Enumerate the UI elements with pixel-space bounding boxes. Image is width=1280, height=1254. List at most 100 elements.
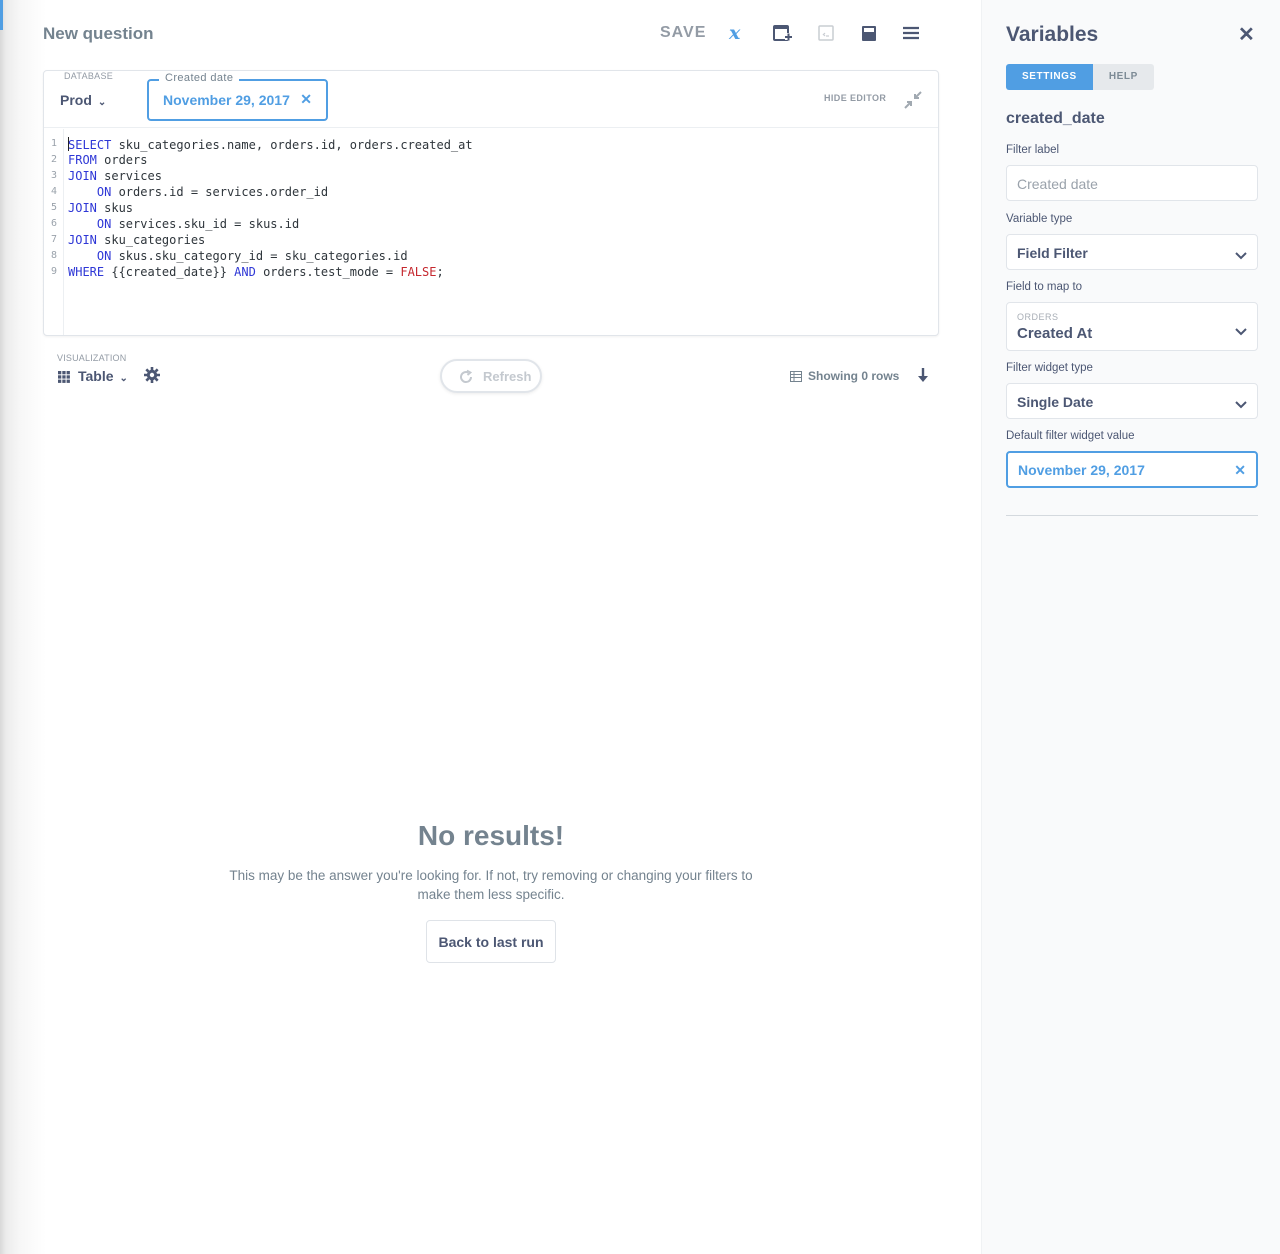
data-reference-icon[interactable]: [858, 22, 880, 44]
sql-keyword: ON: [96, 249, 112, 263]
row-count-label: Showing 0 rows: [808, 369, 900, 383]
code-line: ON services.sku_id = skus.id: [68, 217, 299, 231]
clear-filter-icon[interactable]: ✕: [300, 91, 312, 108]
field-map-value: Created At: [1017, 325, 1093, 342]
tab-settings[interactable]: SETTINGS: [1006, 64, 1093, 90]
line-number: 8: [51, 250, 58, 261]
filter-widget-value: November 29, 2017: [163, 92, 290, 108]
refresh-icon: [460, 369, 473, 383]
filter-label-placeholder: Created date: [1017, 176, 1098, 192]
save-button[interactable]: SAVE: [660, 24, 706, 42]
variable-type-value: Field Filter: [1017, 245, 1088, 261]
sql-keyword: JOIN: [68, 233, 97, 247]
sql-keyword: JOIN: [68, 201, 97, 215]
sql-code-editor[interactable]: 1 2 3 4 5 6 7 8 9 SELECT sku_categories.…: [44, 129, 938, 335]
clear-default-icon[interactable]: ✕: [1234, 462, 1246, 479]
sql-token: {{created_date}}: [104, 265, 235, 279]
sql-literal: FALSE: [400, 265, 437, 279]
row-count: Showing 0 rows: [790, 369, 899, 383]
table-grid-icon: [58, 370, 70, 386]
line-number: 3: [51, 170, 58, 181]
sql-keyword: JOIN: [68, 169, 97, 183]
sql-token: orders.test_mode =: [255, 265, 401, 279]
sql-token: orders: [96, 153, 148, 167]
sidebar-tabs: SETTINGS HELP: [1006, 64, 1154, 90]
line-number: 1: [51, 138, 58, 149]
gear-icon[interactable]: [143, 366, 161, 384]
code-line: FROM orders: [68, 153, 147, 167]
chevron-down-icon: ⌄: [119, 373, 128, 384]
collapse-icon[interactable]: [902, 89, 924, 111]
main-area: New question SAVE x DATABASE Prod ⌄ Crea…: [43, 0, 939, 1254]
sql-token: ;: [436, 265, 444, 279]
chevron-down-icon: [1235, 247, 1247, 265]
visualization-label: VISUALIZATION: [57, 353, 127, 363]
code-line: SELECT sku_categories.name, orders.id, o…: [68, 137, 473, 152]
code-line: JOIN sku_categories: [68, 233, 205, 247]
field-map-select[interactable]: ORDERS Created At: [1006, 302, 1258, 351]
variable-type-label: Variable type: [1006, 213, 1073, 225]
tab-help[interactable]: HELP: [1092, 64, 1154, 90]
filter-widget-label: Created date: [159, 72, 240, 84]
code-line: WHERE {{created_date}} AND orders.test_m…: [68, 265, 444, 279]
sql-token: orders.id = services.order_id: [111, 185, 329, 199]
svg-text:x: x: [728, 22, 741, 44]
widget-type-value: Single Date: [1017, 394, 1094, 410]
chevron-down-icon: ⌄: [97, 97, 107, 108]
database-select[interactable]: Prod ⌄: [60, 92, 106, 108]
sidebar-title: Variables: [1006, 23, 1099, 46]
refresh-label: Refresh: [483, 369, 532, 384]
field-map-table: ORDERS: [1017, 312, 1059, 322]
sql-token: services: [96, 169, 162, 183]
add-snippet-icon[interactable]: [771, 22, 793, 44]
sql-keyword: SELECT: [68, 138, 112, 152]
left-panel-edge: [0, 0, 46, 1254]
line-number: 5: [51, 202, 58, 213]
filter-label-input[interactable]: Created date: [1006, 165, 1258, 201]
widget-type-label: Filter widget type: [1006, 362, 1093, 374]
visualization-type-select[interactable]: Table ⌄: [58, 368, 128, 386]
variable-type-select[interactable]: Field Filter: [1006, 234, 1258, 270]
sql-keyword: FROM: [68, 153, 97, 167]
editor-toolbar: DATABASE Prod ⌄ Created date November 29,…: [44, 71, 938, 128]
database-label: DATABASE: [64, 71, 114, 81]
default-value-value: November 29, 2017: [1018, 462, 1145, 478]
empty-state-message: This may be the answer you're looking fo…: [229, 868, 753, 902]
sql-keyword: ON: [96, 185, 112, 199]
line-number-gutter: 1 2 3 4 5 6 7 8 9: [44, 129, 64, 335]
sql-editor-card: DATABASE Prod ⌄ Created date November 29,…: [43, 70, 939, 336]
hide-editor-button[interactable]: HIDE EDITOR: [824, 93, 886, 103]
close-icon[interactable]: ✕: [1238, 22, 1255, 47]
visualization-type-value: Table: [78, 368, 114, 384]
field-map-label: Field to map to: [1006, 281, 1083, 293]
sql-token: sku_categories: [96, 233, 206, 247]
sql-token: skus: [96, 201, 134, 215]
line-number: 7: [51, 234, 58, 245]
created-date-filter-widget[interactable]: Created date November 29, 2017 ✕: [147, 72, 328, 121]
database-value: Prod: [60, 92, 92, 108]
chevron-down-icon: [1235, 323, 1247, 341]
variables-icon[interactable]: x: [726, 22, 748, 44]
line-number: 6: [51, 218, 58, 229]
divider: [1006, 515, 1258, 516]
line-number: 9: [51, 266, 58, 277]
filter-label-label: Filter label: [1006, 144, 1060, 156]
sql-keyword: WHERE: [68, 265, 105, 279]
code-line: ON skus.sku_category_id = sku_categories…: [68, 249, 408, 263]
chevron-down-icon: [1235, 396, 1247, 414]
sql-token: skus.sku_category_id = sku_categories.id: [111, 249, 408, 263]
default-value-input[interactable]: November 29, 2017 ✕: [1006, 451, 1258, 488]
code-line: JOIN skus: [68, 201, 133, 215]
refresh-button[interactable]: Refresh: [440, 359, 542, 393]
back-to-last-run-button[interactable]: Back to last run: [426, 920, 556, 963]
menu-icon[interactable]: [900, 22, 922, 44]
widget-type-select[interactable]: Single Date: [1006, 383, 1258, 419]
code-line: ON orders.id = services.order_id: [68, 185, 328, 199]
download-icon[interactable]: [916, 367, 930, 385]
embed-icon[interactable]: [815, 22, 837, 44]
line-number: 4: [51, 186, 58, 197]
sql-token: sku_categories.name, orders.id, orders.c…: [111, 138, 473, 152]
